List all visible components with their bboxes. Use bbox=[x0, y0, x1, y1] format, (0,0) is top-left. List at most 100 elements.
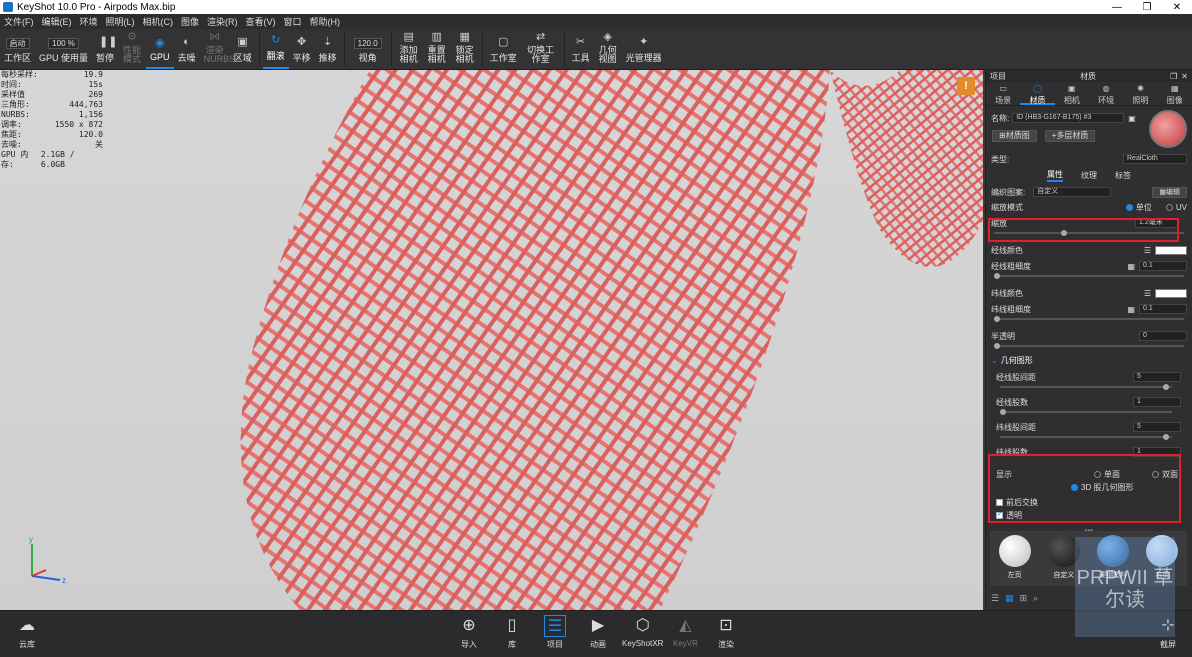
subtab-textures[interactable]: 纹理 bbox=[1081, 170, 1097, 181]
material-preview-thumbnail[interactable] bbox=[1149, 110, 1187, 148]
menu-render[interactable]: 渲染(R) bbox=[203, 15, 242, 28]
menu-view[interactable]: 查看(V) bbox=[242, 15, 280, 28]
bottom-animation-button[interactable]: ▶ 动画 bbox=[587, 615, 609, 650]
warp-spacing-slider[interactable] bbox=[1000, 384, 1172, 390]
slider-knob[interactable] bbox=[1163, 384, 1170, 390]
warp-color-label: 经线颜色 bbox=[991, 245, 1023, 255]
material-type-select[interactable]: RealCloth bbox=[1123, 154, 1187, 164]
menu-lighting[interactable]: 照明(L) bbox=[102, 15, 139, 28]
menu-help[interactable]: 帮助(H) bbox=[306, 15, 345, 28]
render-viewport[interactable]: 每秒采样: 19.9 时间: 15s 采样值 269 三角形: 444,763 NURB… bbox=[0, 70, 983, 610]
scale-unit-radio[interactable]: 单位 bbox=[1125, 202, 1152, 213]
toolbar-performance[interactable]: ⚙ 性能模式 bbox=[118, 29, 146, 69]
panel-undock-icon[interactable]: ❐ bbox=[1170, 72, 1177, 81]
toolbar-lock-camera[interactable]: ▦ 锁定相机 bbox=[451, 29, 479, 69]
toolbar-geometry-view[interactable]: ◈ 几何视图 bbox=[594, 29, 622, 69]
pattern-select[interactable]: 自定义 bbox=[1033, 187, 1112, 197]
warp-count-input[interactable]: 1 bbox=[1133, 397, 1181, 407]
menu-edit[interactable]: 编辑(E) bbox=[38, 15, 76, 28]
warning-icon[interactable]: ! bbox=[957, 77, 975, 95]
toolbar-add-camera[interactable]: ▤ 添加相机 bbox=[395, 29, 423, 69]
toolbar-fov[interactable]: 120.0 视角 bbox=[348, 29, 388, 69]
toolbar-workspace[interactable]: 启动 工作区 bbox=[0, 29, 35, 69]
toolbar-pan[interactable]: ✥ 平移 bbox=[289, 29, 315, 69]
menu-image[interactable]: 图像 bbox=[177, 15, 203, 28]
cloud-library-button[interactable]: ☁ 云库 bbox=[16, 615, 38, 650]
tab-image[interactable]: ▦ 图像 bbox=[1158, 82, 1192, 105]
subtab-properties[interactable]: 属性 bbox=[1047, 169, 1063, 182]
close-button[interactable]: ✕ bbox=[1162, 2, 1192, 13]
save-material-icon[interactable]: ▣ bbox=[1128, 114, 1136, 123]
color-picker-icon[interactable]: ☰ bbox=[1144, 289, 1151, 298]
warp-thickness-slider[interactable] bbox=[994, 273, 1184, 279]
warp-spacing-input[interactable]: 5 bbox=[1133, 372, 1181, 382]
toolbar-tools[interactable]: ✂ 工具 bbox=[568, 29, 594, 69]
tree-view-icon[interactable]: ⊞ bbox=[1020, 593, 1028, 604]
transparency-slider[interactable] bbox=[994, 343, 1184, 349]
toolbar-tumble[interactable]: ↻ 翻滚 bbox=[262, 29, 289, 69]
bottom-keyvr-button[interactable]: ◭ KeyVR bbox=[673, 615, 698, 648]
maximize-button[interactable]: ❐ bbox=[1132, 2, 1162, 13]
search-icon[interactable]: ⌕ bbox=[1033, 593, 1038, 604]
tab-lighting[interactable]: ✺ 照明 bbox=[1123, 82, 1157, 105]
color-picker-icon[interactable]: ☰ bbox=[1144, 246, 1151, 255]
weft-spacing-slider[interactable] bbox=[1000, 434, 1172, 440]
bottom-project-button[interactable]: ☰ 项目 bbox=[544, 615, 566, 650]
warp-thickness-input[interactable]: 0.1 bbox=[1139, 261, 1187, 271]
subtab-labels[interactable]: 标签 bbox=[1115, 170, 1131, 181]
bottom-keyshotxr-button[interactable]: ⬡ KeyShotXR bbox=[622, 615, 663, 648]
panel-close-icon[interactable]: ✕ bbox=[1181, 72, 1188, 81]
weft-spacing-input[interactable]: 5 bbox=[1133, 422, 1181, 432]
fov-input[interactable]: 120.0 bbox=[353, 38, 382, 49]
texture-map-icon[interactable]: ▦ bbox=[1127, 262, 1135, 271]
toolbar-nurbs[interactable]: ⋈ 渲染 NURBS bbox=[200, 29, 236, 69]
slider-knob[interactable] bbox=[1163, 434, 1170, 440]
slider-knob[interactable] bbox=[994, 273, 1000, 279]
slider-knob[interactable] bbox=[994, 316, 1000, 322]
bottom-library-button[interactable]: ▯ 库 bbox=[501, 615, 523, 650]
scale-uv-radio[interactable]: UV bbox=[1165, 203, 1187, 212]
tab-environment[interactable]: ◍ 环境 bbox=[1089, 82, 1123, 105]
toolbar-lock-camera-label: 锁定相机 bbox=[455, 45, 474, 64]
tab-material[interactable]: ◯ 材质 bbox=[1020, 82, 1055, 105]
toolbar-reset-camera[interactable]: ▥ 重置相机 bbox=[423, 29, 451, 69]
library-material-item[interactable]: 左页 bbox=[998, 535, 1031, 580]
toolbar-region[interactable]: ▣ 区域 bbox=[230, 29, 256, 69]
percent-select[interactable]: 100 % bbox=[48, 38, 79, 49]
multi-material-button[interactable]: +多层材质 bbox=[1044, 130, 1096, 142]
toolbar-gpu-usage[interactable]: 100 % GPU 使用量 bbox=[35, 29, 92, 69]
weft-thickness-input[interactable]: 0.1 bbox=[1139, 304, 1187, 314]
bottom-import-button[interactable]: ⊕ 导入 bbox=[458, 615, 480, 650]
geometry-section-header[interactable]: ⌄ 几何图形 bbox=[986, 354, 1192, 366]
toolbar-studio[interactable]: ▢ 工作室 bbox=[486, 29, 521, 69]
weft-thickness-slider[interactable] bbox=[994, 316, 1184, 322]
transparency-input[interactable]: 0 bbox=[1139, 331, 1187, 341]
toolbar-separator bbox=[343, 32, 345, 66]
tab-scene[interactable]: ▭ 场景 bbox=[986, 82, 1020, 105]
texture-map-icon[interactable]: ▦ bbox=[1127, 305, 1135, 314]
list-view-icon[interactable]: ☰ bbox=[991, 593, 999, 604]
grid-view-icon[interactable]: ▦ bbox=[1005, 593, 1014, 604]
material-name-input[interactable]: ID (HB3-G167-B175) #3 bbox=[1012, 113, 1125, 123]
menu-environment[interactable]: 环境 bbox=[76, 15, 102, 28]
minimize-button[interactable]: — bbox=[1102, 2, 1132, 13]
mode-select[interactable]: 启动 bbox=[5, 38, 30, 49]
toolbar-denoise[interactable]: ◐ 去噪 bbox=[174, 29, 200, 69]
toolbar-light-manager[interactable]: ✦ 光管理器 bbox=[622, 29, 666, 69]
material-graph-button[interactable]: ⊞材质图 bbox=[992, 130, 1037, 142]
pattern-edit-button[interactable]: ▦编辑 bbox=[1152, 186, 1187, 198]
warp-count-slider[interactable] bbox=[1000, 409, 1172, 415]
bottom-render-button[interactable]: ⊡ 渲染 bbox=[715, 615, 737, 650]
slider-knob[interactable] bbox=[994, 343, 1000, 349]
weft-color-swatch[interactable] bbox=[1155, 288, 1187, 298]
menu-window[interactable]: 窗口 bbox=[280, 15, 306, 28]
toolbar-dolly[interactable]: ⇣ 推移 bbox=[315, 29, 341, 69]
warp-color-swatch[interactable] bbox=[1155, 245, 1187, 255]
toolbar-pause[interactable]: ❚❚ 暂停 bbox=[92, 29, 118, 69]
tab-camera[interactable]: ▣ 相机 bbox=[1055, 82, 1089, 105]
slider-knob[interactable] bbox=[1000, 409, 1006, 415]
menu-camera[interactable]: 相机(C) bbox=[139, 15, 178, 28]
toolbar-gpu[interactable]: ◉ GPU bbox=[146, 29, 174, 69]
toolbar-switch-studio[interactable]: ⇄ 切换工作室 bbox=[521, 29, 561, 69]
menu-file[interactable]: 文件(F) bbox=[0, 15, 38, 28]
